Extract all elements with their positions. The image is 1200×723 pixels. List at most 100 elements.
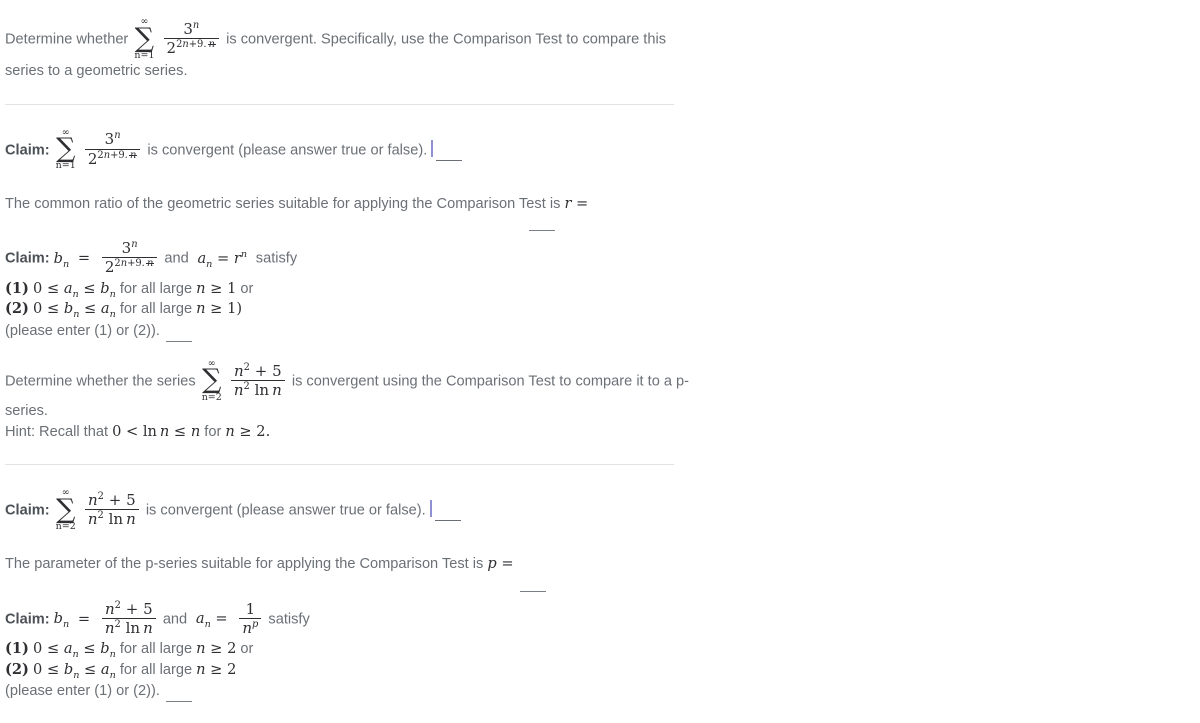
- condition-1-or: or: [240, 280, 254, 297]
- sigma-icon: ∑: [202, 364, 222, 396]
- series-numerator: 3n: [104, 130, 121, 149]
- problem-2-claim-truefalse: Claim: ∞ ∑ n=2 n2 + 5 n2 ln n is converg…: [0, 488, 1200, 532]
- claim-label: Claim:: [5, 502, 50, 519]
- condition-2-number: (2): [5, 660, 29, 678]
- parameter-symbol: p =: [487, 555, 514, 573]
- problem-1-conditions: (1) 0 ≤ an ≤ bn for all large n ≥ 1 or (…: [0, 279, 1200, 342]
- problem-2-claim2-row: Claim: bn = n2 + 5 n2 ln n and an = 1 np…: [5, 599, 1195, 637]
- condition-instruction-row: (please enter (1) or (2)).: [5, 681, 1195, 703]
- problem-2-claim-row: Claim: ∞ ∑ n=2 n2 + 5 n2 ln n is converg…: [5, 488, 1195, 532]
- an-symbol: an = rn: [197, 248, 248, 270]
- series-denominator: 22n+9. n: [163, 38, 220, 56]
- satisfy-text: satisfy: [268, 611, 310, 628]
- condition-instruction-row: (please enter (1) or (2)).: [5, 321, 1195, 342]
- hint-mid: for: [204, 423, 222, 440]
- condition-2-bound: n ≥ 2: [196, 660, 237, 678]
- condition-1-text: for all large: [119, 280, 193, 297]
- problem-2-condition-input[interactable]: [165, 686, 192, 703]
- series-term-p2: n2 + 5 n2 ln n: [230, 361, 285, 398]
- condition-2-math: 0 ≤ bn ≤ an: [33, 300, 116, 321]
- bn-expression: n2 + 5 n2 ln n: [101, 599, 156, 636]
- text-caret-icon: [429, 500, 432, 518]
- satisfy-text: satisfy: [255, 250, 298, 267]
- series-numerator: n2 + 5: [234, 361, 282, 380]
- bn-symbol: bn: [53, 610, 70, 631]
- bn-symbol: bn: [53, 249, 70, 270]
- series-denominator: n2 ln n: [230, 380, 285, 398]
- condition-2-bound: n ≥ 1): [196, 300, 243, 318]
- condition-2-number: (2): [5, 300, 29, 318]
- condition-option-2: (2) 0 ≤ bn ≤ an for all large n ≥ 1): [5, 299, 1195, 320]
- series-numerator: 3n: [183, 19, 200, 38]
- claim-label: Claim:: [5, 142, 50, 158]
- condition-2-text: for all large: [119, 301, 193, 318]
- problem-2-claim-text: is convergent (please answer true or fal…: [145, 502, 426, 519]
- problem-2-prompt: Determine whether the series ∞ ∑ n=2 n2 …: [0, 359, 1200, 446]
- condition-option-1: (1) 0 ≤ an ≤ bn for all large n ≥ 2 or: [5, 639, 1195, 660]
- problem-1-claim-bn-an: Claim: bn = 3n 22n+9. n and an = rn satis…: [0, 239, 1200, 276]
- condition-option-1: (1) 0 ≤ an ≤ bn for all large n ≥ 1 or: [5, 279, 1195, 300]
- problem-1-claim-text: is convergent (please answer true or fal…: [147, 142, 428, 158]
- problem-2-truefalse-input[interactable]: [434, 505, 461, 522]
- problem-1-prompt-text-pre: Determine whether: [5, 31, 129, 48]
- problem-2-claim-bn-an: Claim: bn = n2 + 5 n2 ln n and an = 1 np…: [0, 599, 1200, 637]
- hint-bound: n ≥ 2.: [225, 422, 271, 440]
- problem-1-prompt: Determine whether ∞ ∑ n=1 3n 22n+9. n is …: [0, 0, 1200, 86]
- problem-1-prompt-line-1: Determine whether ∞ ∑ n=1 3n 22n+9. n is …: [5, 17, 1195, 61]
- condition-instruction: (please enter (1) or (2)).: [5, 683, 160, 700]
- series-denominator: n2 ln n: [84, 509, 139, 527]
- problem-1-truefalse-input[interactable]: [436, 145, 463, 161]
- common-ratio-text: The common ratio of the geometric series…: [5, 195, 561, 212]
- problem-1-truefalse-answer-wrap[interactable]: [431, 136, 464, 164]
- equals-sign: =: [73, 249, 95, 267]
- problem-2-hint-line: Hint: Recall that 0 < ln n ≤ n for n ≥ 2…: [5, 418, 1195, 446]
- bn-expression: 3n 22n+9. n: [101, 239, 158, 275]
- condition-1-bound: n ≥ 2: [196, 639, 237, 657]
- text-caret-icon: [431, 140, 434, 157]
- problem-1-claim-truefalse: Claim: ∞ ∑ n=1 3n 22n+9. n is convergent …: [0, 128, 1200, 172]
- summation-lower-limit: n=1: [134, 49, 155, 61]
- problem-2-prompt-text-post: series.: [5, 403, 48, 420]
- parameter-input[interactable]: [520, 575, 546, 592]
- problem-1-condition-input[interactable]: [165, 325, 192, 342]
- problem-1-prompt-line-2: series to a geometric series.: [5, 57, 1195, 85]
- problem-2-prompt-text-pre: Determine whether the series: [5, 373, 196, 390]
- condition-1-math: 0 ≤ an ≤ bn: [33, 279, 116, 300]
- condition-1-bound: n ≥ 1: [196, 279, 237, 297]
- bn-numerator: 3n: [121, 239, 138, 258]
- series-numerator: n2 + 5: [87, 490, 136, 509]
- condition-1-number: (1): [5, 639, 29, 657]
- condition-1-or: or: [240, 640, 254, 657]
- problem-1-prompt-text-mid: is convergent. Specifically, use the Com…: [226, 31, 667, 48]
- summation-symbol-p2-claim: ∞ ∑ n=2: [56, 488, 76, 531]
- problem-1-common-ratio-line: The common ratio of the geometric series…: [0, 190, 1200, 232]
- problem-2-prompt-text-mid: is convergent using the Comparison Test …: [291, 373, 690, 390]
- an-numerator: 1: [245, 599, 256, 618]
- worksheet-page: Determine whether ∞ ∑ n=1 3n 22n+9. n is …: [0, 0, 1200, 723]
- problem-2-truefalse-answer-wrap[interactable]: [429, 496, 463, 524]
- condition-2-math: 0 ≤ bn ≤ an: [33, 660, 116, 681]
- condition-1-text: for all large: [119, 640, 193, 657]
- common-ratio-input[interactable]: [529, 215, 555, 232]
- bn-denominator: 22n+9. n: [101, 257, 158, 275]
- series-denominator: 22n+9. n: [84, 148, 141, 167]
- condition-option-2: (2) 0 ≤ bn ≤ an for all large n ≥ 2: [5, 660, 1195, 681]
- sigma-icon: ∑: [56, 133, 76, 165]
- sigma-icon: ∑: [134, 22, 155, 54]
- series-term-p2-claim: n2 + 5 n2 ln n: [84, 490, 139, 527]
- summation-lower-limit: n=1: [55, 160, 76, 172]
- problem-1-claim-row: Claim: ∞ ∑ n=1 3n 22n+9. n is convergent …: [5, 128, 1195, 172]
- claim-label: Claim:: [5, 250, 50, 267]
- series-term-p1: 3n 22n+9. n: [163, 19, 220, 56]
- condition-instruction: (please enter (1) or (2)).: [5, 322, 160, 339]
- summation-symbol-p1-claim: ∞ ∑ n=1: [56, 128, 76, 171]
- hint-label: Hint: Recall that: [5, 423, 109, 440]
- bn-denominator: n2 ln n: [101, 617, 156, 636]
- series-term-p1-claim: 3n 22n+9. n: [84, 130, 141, 167]
- an-expression: 1 np: [239, 599, 262, 636]
- summation-symbol-p1: ∞ ∑ n=1: [134, 17, 154, 60]
- hint-math: 0 < ln n ≤ n: [112, 422, 201, 440]
- claim-label: Claim:: [5, 611, 50, 628]
- summation-lower-limit: n=2: [201, 391, 222, 403]
- bn-numerator: n2 + 5: [104, 599, 153, 618]
